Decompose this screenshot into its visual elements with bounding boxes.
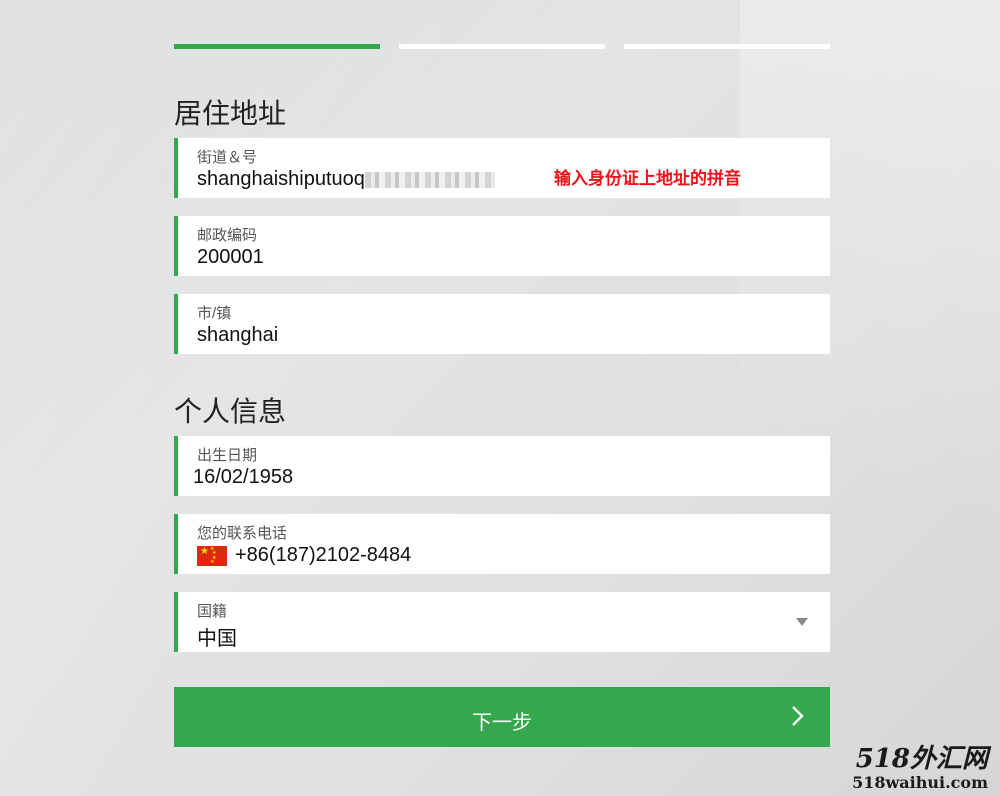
- watermark-logo: 518外汇网: [855, 744, 988, 774]
- background-facet: [0, 0, 1000, 796]
- phone-label: 您的联系电话: [197, 525, 288, 542]
- birthdate-label: 出生日期: [197, 447, 258, 464]
- birthdate-field[interactable]: 出生日期 16/02/1958: [174, 436, 830, 496]
- nationality-field[interactable]: 国籍 中国: [174, 592, 830, 652]
- redacted-text: [364, 171, 495, 188]
- city-field[interactable]: 市/镇 shanghai: [174, 294, 830, 354]
- postcode-label: 邮政编码: [197, 227, 258, 244]
- next-button[interactable]: 下一步: [174, 687, 830, 747]
- flag-star-icon: ★: [210, 559, 215, 565]
- birthdate-input[interactable]: 16/02/1958: [193, 466, 293, 489]
- nationality-label: 国籍: [197, 603, 228, 620]
- street-label: 街道＆号: [197, 149, 258, 166]
- dropdown-caret-icon[interactable]: [796, 618, 808, 626]
- postcode-field[interactable]: 邮政编码 200001: [174, 216, 830, 276]
- step-progress: [174, 44, 830, 49]
- china-flag-icon[interactable]: ★ ★ ★ ★ ★: [197, 546, 227, 566]
- street-field[interactable]: 街道＆号 shanghaishiputuoq 输入身份证上地址的拼音: [174, 138, 830, 198]
- phone-input[interactable]: +86(187)2102-8484: [235, 544, 411, 567]
- watermark: 518外汇网 518waihui.com: [852, 745, 988, 792]
- city-label: 市/镇: [197, 305, 232, 322]
- street-input[interactable]: shanghaishiputuoq: [197, 168, 495, 191]
- phone-field[interactable]: 您的联系电话 ★ ★ ★ ★ ★ +86(187)2102-8484: [174, 514, 830, 574]
- next-button-label: 下一步: [472, 712, 532, 734]
- progress-step-1: [174, 44, 380, 49]
- progress-step-2: [399, 44, 605, 49]
- street-hint: 输入身份证上地址的拼音: [554, 169, 741, 188]
- chevron-right-icon: [792, 706, 804, 726]
- street-value: shanghaishiputuoq: [197, 168, 365, 190]
- watermark-url: 518waihui.com: [852, 773, 988, 792]
- address-section-title: 居住地址: [174, 98, 287, 129]
- flag-star-icon: ★: [200, 546, 209, 557]
- postcode-input[interactable]: 200001: [197, 246, 264, 269]
- city-input[interactable]: shanghai: [197, 324, 278, 347]
- nationality-select[interactable]: 中国: [197, 622, 237, 651]
- progress-step-3: [624, 44, 830, 49]
- background-facet: [740, 0, 1000, 796]
- personal-section-title: 个人信息: [174, 396, 287, 427]
